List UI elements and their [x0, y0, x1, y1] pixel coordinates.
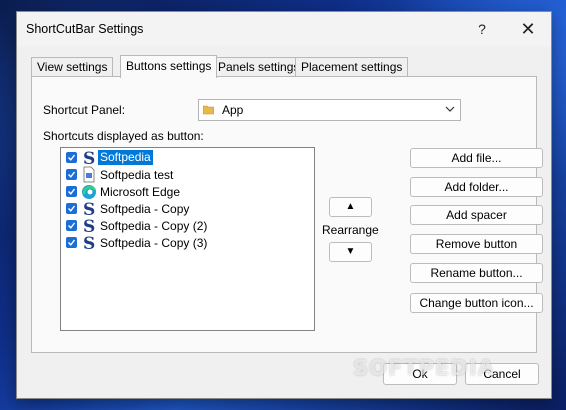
move-up-button[interactable]: ▲	[329, 197, 372, 217]
rename-button[interactable]: Rename button...	[410, 263, 543, 283]
list-item[interactable]: S Softpedia - Copy (3)	[66, 234, 306, 251]
chevron-down-icon	[445, 106, 455, 112]
svg-text:S: S	[83, 234, 95, 251]
shortcuts-list[interactable]: S Softpedia Softpedia test Microsoft Edg…	[60, 147, 315, 331]
softpedia-icon: S	[83, 234, 95, 251]
buttons-settings-panel: Shortcut Panel: App Shortcuts displayed …	[31, 76, 543, 353]
move-down-button[interactable]: ▼	[329, 242, 372, 262]
list-item-label: Softpedia	[98, 150, 153, 165]
list-item[interactable]: Softpedia test	[66, 166, 306, 183]
list-item-label: Softpedia - Copy (3)	[100, 236, 208, 250]
tab-buttons-settings[interactable]: Buttons settings	[120, 55, 218, 78]
softpedia-icon: S	[83, 200, 95, 217]
list-item[interactable]: Microsoft Edge	[66, 183, 306, 200]
softpedia-icon: S	[83, 217, 95, 234]
add-file-button[interactable]: Add file...	[410, 148, 543, 168]
softpedia-icon: S	[83, 149, 95, 166]
checkbox[interactable]	[66, 203, 77, 214]
tab-view-settings[interactable]: View settings	[31, 57, 114, 76]
list-item[interactable]: S Softpedia	[66, 149, 306, 166]
shortcut-panel-label: Shortcut Panel:	[43, 103, 126, 117]
help-button[interactable]: ?	[459, 12, 505, 46]
list-item-label: Microsoft Edge	[100, 185, 181, 199]
settings-dialog: ShortCutBar Settings ? ✕ View settings B…	[16, 11, 552, 399]
list-item[interactable]: S Softpedia - Copy (2)	[66, 217, 306, 234]
list-item-label: Softpedia test	[100, 168, 174, 182]
rearrange-label: Rearrange	[322, 223, 379, 237]
folder-icon	[203, 105, 214, 115]
watermark-logo: SOFTPEDIA	[353, 356, 495, 380]
checkbox[interactable]	[66, 186, 77, 197]
svg-text:S: S	[83, 149, 95, 166]
close-button[interactable]: ✕	[505, 12, 551, 46]
checkbox[interactable]	[66, 152, 77, 163]
list-item-label: Softpedia - Copy (2)	[100, 219, 208, 233]
shortcuts-label: Shortcuts displayed as button:	[43, 129, 204, 143]
tab-panels-settings[interactable]: Panels settings	[212, 57, 306, 76]
svg-text:S: S	[83, 200, 95, 217]
shortcut-panel-dropdown[interactable]: App	[198, 99, 461, 121]
checkbox[interactable]	[66, 169, 77, 180]
title-bar[interactable]: ShortCutBar Settings ? ✕	[17, 12, 551, 46]
tab-placement-settings[interactable]: Placement settings	[295, 57, 409, 76]
list-item[interactable]: S Softpedia - Copy	[66, 200, 306, 217]
checkbox[interactable]	[66, 237, 77, 248]
add-spacer-button[interactable]: Add spacer	[410, 205, 543, 225]
change-icon-button[interactable]: Change button icon...	[410, 293, 543, 313]
list-item-label: Softpedia - Copy	[100, 202, 190, 216]
add-folder-button[interactable]: Add folder...	[410, 177, 543, 197]
edge-icon	[82, 185, 97, 199]
remove-button[interactable]: Remove button	[410, 234, 543, 254]
document-icon	[83, 166, 95, 183]
svg-text:S: S	[83, 217, 95, 234]
window-title: ShortCutBar Settings	[26, 22, 144, 36]
checkbox[interactable]	[66, 220, 77, 231]
shortcut-panel-value: App	[222, 103, 244, 117]
